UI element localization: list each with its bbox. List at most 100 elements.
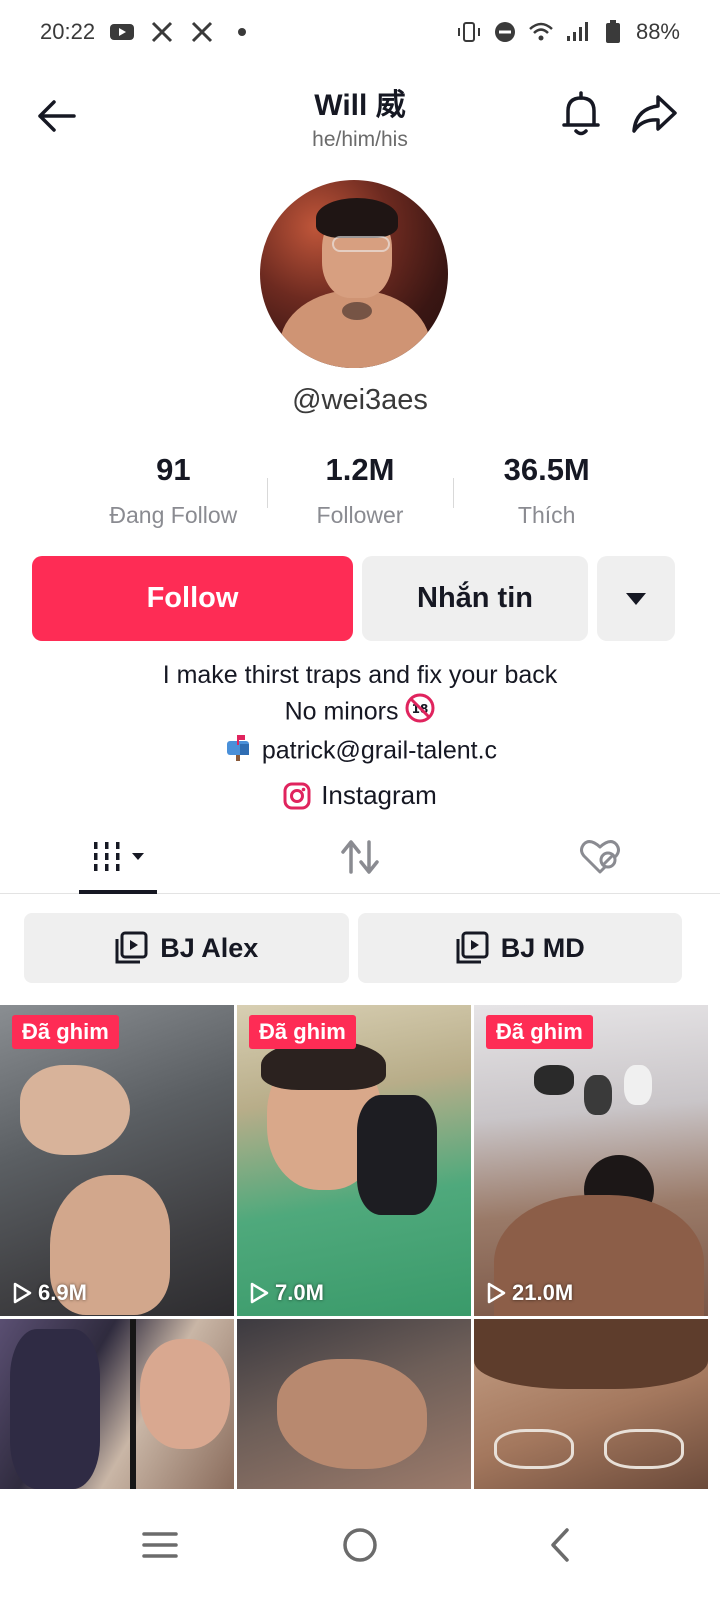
- pinned-badge: Đã ghim: [486, 1015, 593, 1049]
- status-left: 20:22: [40, 19, 255, 45]
- page-title: Will 威: [314, 89, 406, 122]
- thumb-figure: [10, 1329, 100, 1489]
- thumb-hair: [474, 1319, 708, 1389]
- tab-reposts[interactable]: [240, 820, 480, 893]
- x-icon: [189, 19, 215, 45]
- more-button[interactable]: [597, 556, 675, 641]
- thumb-glasses: [604, 1429, 684, 1469]
- follow-button[interactable]: Follow: [32, 556, 353, 641]
- tab-liked[interactable]: [480, 820, 720, 893]
- recents-icon: [142, 1532, 178, 1558]
- signal-icon: [564, 19, 590, 45]
- play-icon: [13, 1282, 32, 1304]
- home-icon: [343, 1528, 377, 1562]
- stat-label: Thích: [517, 502, 576, 528]
- thumb-mask: [624, 1065, 652, 1105]
- wifi-icon: [528, 19, 554, 45]
- profile-header: Will 威 he/him/his: [0, 70, 720, 160]
- battery-level: 88%: [635, 19, 680, 44]
- avatar-tattoo: [342, 302, 372, 320]
- video-thumbnail[interactable]: Đã ghim 6.9M: [0, 1005, 234, 1316]
- stats-row: 91 Đang Follow 1.2M Follower 36.5M Thích: [80, 452, 640, 529]
- bio-line: patrick@grail-talent.c: [261, 736, 498, 765]
- avatar-hair: [316, 198, 398, 238]
- avatar[interactable]: [260, 180, 448, 368]
- grid-icon: [94, 841, 144, 871]
- bio-line: I make thirst traps and fix your back: [162, 661, 558, 689]
- message-button[interactable]: Nhắn tin: [362, 556, 588, 641]
- view-count: 7.0M: [249, 1280, 324, 1306]
- view-count: 6.9M: [12, 1280, 87, 1306]
- dot-icon: [229, 19, 255, 45]
- thumb-divider: [130, 1319, 136, 1489]
- status-bar: 20:22 88%: [0, 0, 720, 64]
- liked-hidden-icon: [580, 839, 620, 873]
- instagram-link[interactable]: Instagram: [0, 780, 720, 811]
- stat-followers[interactable]: 1.2M Follower: [266, 452, 454, 529]
- view-count-label: 7.0M: [275, 1280, 324, 1305]
- playlist-icon: [115, 931, 148, 964]
- content-tabs: [0, 820, 720, 894]
- video-thumbnail[interactable]: Đã ghim 21.0M: [474, 1005, 708, 1316]
- play-icon: [250, 1282, 269, 1304]
- stat-value: 1.2M: [325, 452, 395, 487]
- title-block: Will 威 he/him/his: [0, 80, 720, 152]
- status-right: 88%: [456, 19, 680, 45]
- playlist-label: BJ MD: [500, 932, 585, 963]
- caret-down-icon: [626, 592, 646, 605]
- bio: I make thirst traps and fix your back No…: [0, 658, 720, 771]
- bio-line-wrap: No minors 18: [0, 693, 720, 733]
- status-time: 20:22: [40, 19, 96, 44]
- dnd-icon: [492, 19, 518, 45]
- stat-label: Follower: [316, 502, 404, 528]
- view-count: 21.0M: [486, 1280, 573, 1306]
- share-button[interactable]: [628, 88, 680, 140]
- thumb-hand: [277, 1359, 427, 1469]
- system-back-button[interactable]: [520, 1505, 600, 1585]
- home-button[interactable]: [320, 1505, 400, 1585]
- notification-button[interactable]: [555, 88, 607, 140]
- thumb-mask: [534, 1065, 574, 1095]
- playlist-label: BJ Alex: [160, 932, 259, 963]
- instagram-icon: [283, 782, 311, 809]
- bio-line-wrap: patrick@grail-talent.c: [0, 733, 720, 771]
- view-count-label: 6.9M: [38, 1280, 87, 1305]
- system-nav-bar: [0, 1490, 720, 1600]
- username: @wei3aes: [292, 384, 428, 416]
- video-thumbnail[interactable]: Đã ghim 7.0M: [237, 1005, 471, 1316]
- video-thumbnail[interactable]: [237, 1319, 471, 1489]
- playlist-button[interactable]: BJ Alex: [24, 913, 349, 983]
- stat-value: 91: [156, 452, 191, 487]
- vibrate-icon: [456, 19, 482, 45]
- avatar-glasses: [332, 236, 390, 252]
- bell-icon: [562, 91, 600, 136]
- video-thumbnail[interactable]: [0, 1319, 234, 1489]
- share-icon: [632, 95, 677, 133]
- youtube-icon: [109, 19, 135, 45]
- playlist-row: BJ Alex BJ MD: [24, 913, 682, 983]
- thumb-hand: [20, 1065, 130, 1155]
- back-chevron-icon: [551, 1528, 569, 1562]
- recents-button[interactable]: [120, 1505, 200, 1585]
- stat-following[interactable]: 91 Đang Follow: [80, 452, 267, 529]
- stat-likes[interactable]: 36.5M Thích: [453, 452, 640, 529]
- no-minors-icon: 18: [405, 693, 435, 733]
- video-thumbnail[interactable]: [474, 1319, 708, 1489]
- stat-label: Đang Follow: [109, 502, 238, 528]
- pronouns: he/him/his: [312, 128, 408, 151]
- thumb-glasses: [494, 1429, 574, 1469]
- play-icon: [487, 1282, 506, 1304]
- instagram-label: Instagram: [321, 780, 437, 810]
- playlist-button[interactable]: BJ MD: [357, 913, 682, 983]
- repost-icon: [341, 839, 379, 874]
- bio-line: No minors: [284, 697, 399, 726]
- battery-icon: [600, 19, 626, 45]
- tab-videos[interactable]: [0, 820, 240, 894]
- pinned-badge: Đã ghim: [249, 1015, 356, 1049]
- mailbox-icon: [223, 733, 255, 771]
- playlist-icon: [456, 931, 489, 964]
- x-icon: [149, 19, 175, 45]
- thumb-chair: [357, 1095, 437, 1215]
- thumb-face: [140, 1339, 230, 1449]
- thumb-mask: [584, 1075, 612, 1115]
